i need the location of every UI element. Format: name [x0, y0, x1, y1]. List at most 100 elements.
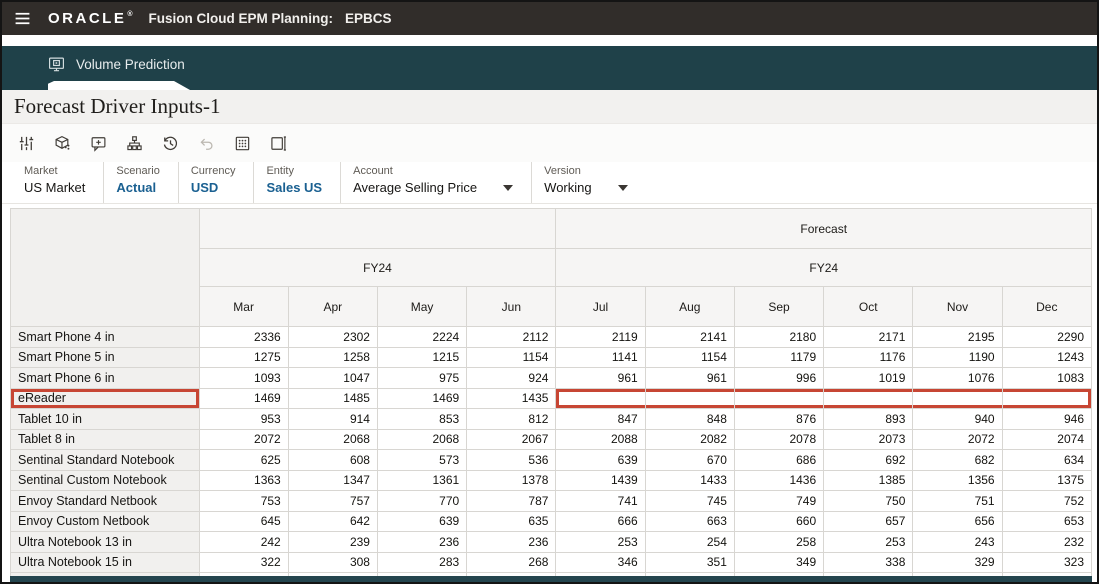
data-cell[interactable]: 1356	[912, 469, 1003, 491]
data-cell[interactable]: 2302	[287, 326, 378, 348]
data-cell[interactable]: 639	[376, 510, 468, 532]
data-cell[interactable]: 1433	[644, 469, 735, 491]
data-cell[interactable]: 1435	[466, 387, 557, 409]
data-cell[interactable]: 1375	[1001, 469, 1093, 491]
history-icon[interactable]	[160, 133, 180, 153]
data-cell[interactable]: 351	[644, 551, 735, 573]
data-cell[interactable]: 1141	[555, 346, 646, 368]
pov-version[interactable]: Version Working	[531, 162, 645, 203]
data-cell[interactable]: 1485	[287, 387, 378, 409]
pov-scenario[interactable]: Scenario Actual	[103, 162, 177, 203]
data-cell[interactable]: 847	[555, 408, 646, 430]
member-hierarchy-icon[interactable]	[124, 133, 144, 153]
data-cell[interactable]: 961	[555, 367, 646, 389]
row-label-tablet-8-in[interactable]: Tablet 8 in	[10, 428, 200, 450]
data-cell[interactable]: 2073	[823, 428, 914, 450]
data-cell[interactable]	[733, 387, 825, 409]
data-cell[interactable]: 338	[823, 551, 914, 573]
data-cell[interactable]: 243	[912, 531, 1003, 553]
pov-account[interactable]: Account Average Selling Price	[340, 162, 531, 203]
data-cell[interactable]: 1361	[376, 469, 468, 491]
pov-entity[interactable]: Entity Sales US	[253, 162, 340, 203]
data-cell[interactable]: 741	[555, 490, 646, 512]
data-cell[interactable]: 812	[466, 408, 557, 430]
data-cell[interactable]: 239	[287, 531, 378, 553]
data-cell[interactable]: 258	[733, 531, 825, 553]
data-cell[interactable]: 625	[198, 449, 289, 471]
data-cell[interactable]: 670	[644, 449, 735, 471]
pov-market[interactable]: Market US Market	[12, 162, 103, 203]
month-header-apr[interactable]: Apr	[287, 286, 378, 327]
data-cell[interactable]: 2072	[198, 428, 289, 450]
analyze-cube-icon[interactable]	[52, 133, 72, 153]
row-label-ereader[interactable]: eReader	[10, 387, 200, 409]
data-cell[interactable]: 656	[912, 510, 1003, 532]
data-cell[interactable]: 2068	[287, 428, 378, 450]
data-cell[interactable]: 1363	[198, 469, 289, 491]
add-comment-icon[interactable]	[88, 133, 108, 153]
pov-value[interactable]: US Market	[24, 180, 85, 195]
data-cell[interactable]	[644, 387, 735, 409]
data-cell[interactable]: 682	[912, 449, 1003, 471]
data-cell[interactable]: 329	[912, 551, 1003, 573]
data-cell[interactable]: 2336	[198, 326, 289, 348]
pov-currency[interactable]: Currency USD	[177, 162, 254, 203]
month-header-mar[interactable]: Mar	[198, 286, 289, 327]
data-cell[interactable]: 635	[466, 510, 557, 532]
month-header-oct[interactable]: Oct	[823, 286, 914, 327]
data-cell[interactable]: 268	[466, 551, 557, 573]
month-header-sep[interactable]: Sep	[733, 286, 825, 327]
data-cell[interactable]: 787	[466, 490, 557, 512]
pov-value[interactable]: Actual	[116, 180, 159, 195]
pov-value[interactable]: Working	[544, 180, 628, 195]
data-cell[interactable]: 1047	[287, 367, 378, 389]
row-label-smart-phone-4-in[interactable]: Smart Phone 4 in	[10, 326, 200, 348]
month-header-aug[interactable]: Aug	[644, 286, 735, 327]
row-label-ultra-notebook-13-in[interactable]: Ultra Notebook 13 in	[10, 531, 200, 553]
data-cell[interactable]: 1083	[1001, 367, 1093, 389]
data-cell[interactable]: 692	[823, 449, 914, 471]
data-cell[interactable]: 254	[644, 531, 735, 553]
data-cell[interactable]	[1001, 387, 1093, 409]
month-header-may[interactable]: May	[376, 286, 468, 327]
data-cell[interactable]: 663	[644, 510, 735, 532]
row-label-envoy-standard-netbook[interactable]: Envoy Standard Netbook	[10, 490, 200, 512]
data-cell[interactable]: 1469	[198, 387, 289, 409]
data-cell[interactable]: 893	[823, 408, 914, 430]
data-cell[interactable]: 853	[376, 408, 468, 430]
tab-volume-prediction[interactable]: Volume Prediction	[48, 46, 185, 82]
data-cell[interactable]: 2074	[1001, 428, 1093, 450]
row-label-sentinal-standard-notebook[interactable]: Sentinal Standard Notebook	[10, 449, 200, 471]
data-cell[interactable]: 653	[1001, 510, 1093, 532]
data-cell[interactable]: 2224	[376, 326, 468, 348]
data-cell[interactable]: 232	[1001, 531, 1093, 553]
data-cell[interactable]: 1347	[287, 469, 378, 491]
data-cell[interactable]: 953	[198, 408, 289, 430]
data-cell[interactable]	[555, 387, 646, 409]
month-header-jun[interactable]: Jun	[466, 286, 557, 327]
horizontal-scrollbar[interactable]	[10, 576, 1092, 582]
data-cell[interactable]: 961	[644, 367, 735, 389]
format-sliders-icon[interactable]	[16, 133, 36, 153]
data-cell[interactable]: 1378	[466, 469, 557, 491]
data-cell[interactable]: 751	[912, 490, 1003, 512]
data-cell[interactable]: 750	[823, 490, 914, 512]
data-cell[interactable]: 1215	[376, 346, 468, 368]
data-cell[interactable]: 2290	[1001, 326, 1093, 348]
data-cell[interactable]: 639	[555, 449, 646, 471]
data-cell[interactable]: 2112	[466, 326, 557, 348]
data-cell[interactable]: 940	[912, 408, 1003, 430]
data-cell[interactable]: 1439	[555, 469, 646, 491]
data-cell[interactable]: 2072	[912, 428, 1003, 450]
pov-value[interactable]: Sales US	[266, 180, 322, 195]
dropdown-arrow-icon[interactable]	[503, 184, 514, 191]
data-cell[interactable]: 2119	[555, 326, 646, 348]
data-cell[interactable]: 2078	[733, 428, 825, 450]
data-cell[interactable]: 2180	[733, 326, 825, 348]
data-cell[interactable]: 236	[466, 531, 557, 553]
data-cell[interactable]: 1469	[376, 387, 468, 409]
data-cell[interactable]: 1436	[733, 469, 825, 491]
hamburger-icon[interactable]	[12, 9, 32, 29]
data-cell[interactable]: 2141	[644, 326, 735, 348]
data-cell[interactable]: 660	[733, 510, 825, 532]
